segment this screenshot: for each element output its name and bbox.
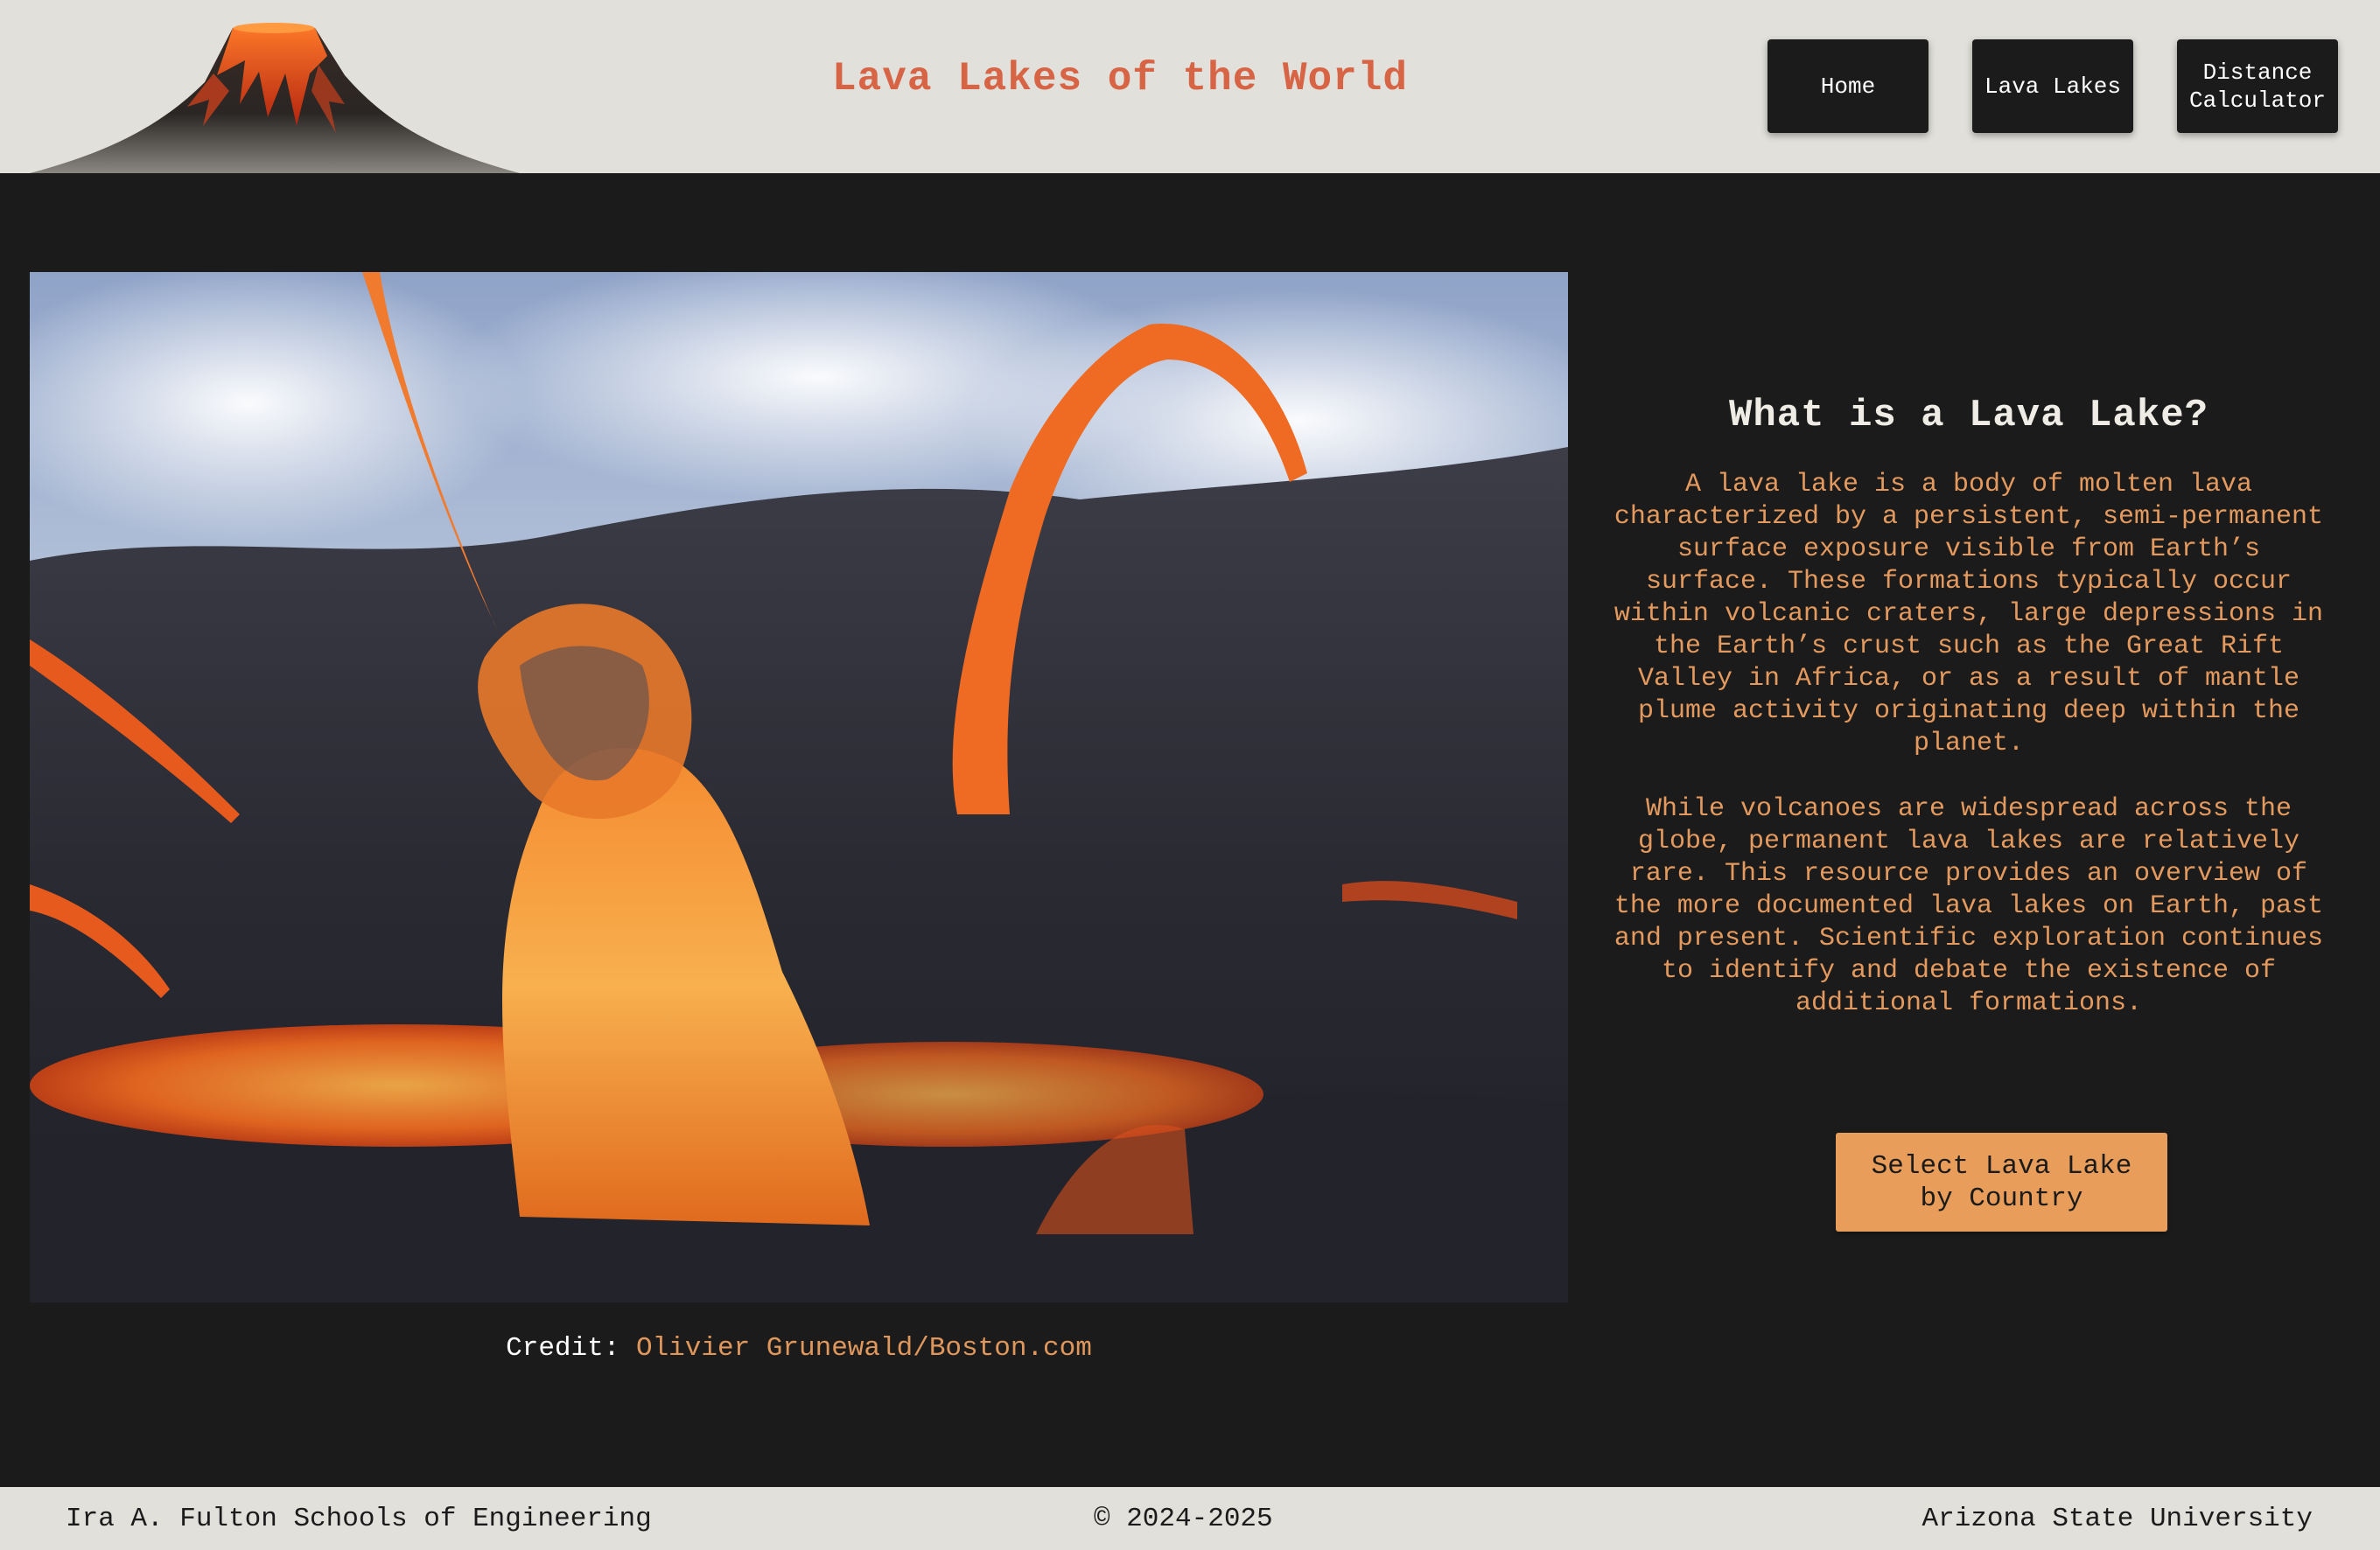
footer-copyright: © 2024-2025 bbox=[1094, 1504, 1273, 1534]
footer-university: Arizona State University bbox=[1922, 1504, 2313, 1534]
lava-fountain-photo bbox=[30, 272, 1568, 1302]
section-heading: What is a Lava Lake? bbox=[1728, 394, 2209, 437]
site-footer: Ira A. Fulton Schools of Engineering © 2… bbox=[0, 1487, 2380, 1550]
volcano-logo[interactable] bbox=[30, 21, 520, 173]
site-title: Lava Lakes of the World bbox=[832, 56, 1408, 101]
intro-paragraph-2: While volcanoes are widespread across th… bbox=[1614, 794, 2324, 1018]
lava-lake-intro: What is a Lava Lake? A lava lake is a bo… bbox=[1610, 394, 2328, 1020]
site-header: Lava Lakes of the World Home Lava Lakes … bbox=[0, 0, 2380, 173]
photo-credit-label: Credit: bbox=[506, 1333, 620, 1364]
photo-credit-link[interactable]: Olivier Grunewald/Boston.com bbox=[636, 1333, 1092, 1364]
nav-distance-calculator-button[interactable]: Distance Calculator bbox=[2177, 39, 2338, 133]
select-lava-lake-by-country-button[interactable]: Select Lava Lake by Country bbox=[1836, 1133, 2167, 1232]
photo-credit: Credit: Olivier Grunewald/Boston.com bbox=[30, 1333, 1568, 1364]
intro-paragraph-1: A lava lake is a body of molten lava cha… bbox=[1614, 470, 2324, 758]
footer-school: Ira A. Fulton Schools of Engineering bbox=[66, 1504, 652, 1534]
nav-lava-lakes-button[interactable]: Lava Lakes bbox=[1972, 39, 2133, 133]
nav-home-button[interactable]: Home bbox=[1768, 39, 1928, 133]
